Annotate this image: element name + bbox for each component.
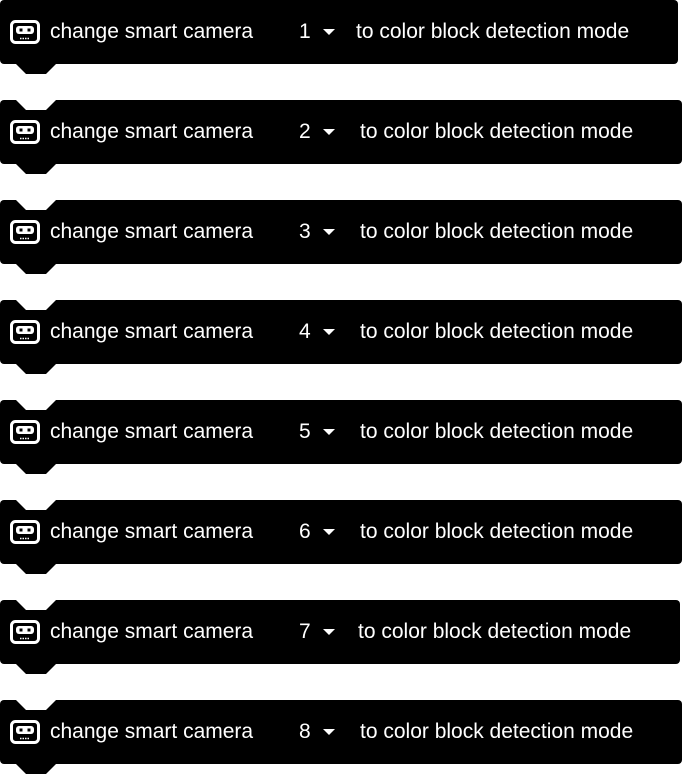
- camera-number-dropdown[interactable]: 3: [299, 220, 335, 244]
- chevron-down-icon: [322, 629, 335, 635]
- block-label: change smart camera: [50, 720, 254, 743]
- camera-number-dropdown[interactable]: 4: [299, 320, 335, 344]
- chevron-down-icon: [322, 129, 335, 135]
- camera-number-value: 7: [299, 620, 311, 643]
- smart-camera-icon: [10, 620, 40, 644]
- camera-mode-block[interactable]: change smart camera 7 to color block det…: [0, 600, 680, 664]
- block-suffix: to color block detection mode: [360, 520, 634, 543]
- smart-camera-icon: [10, 320, 40, 344]
- camera-number-dropdown[interactable]: 8: [299, 720, 335, 744]
- camera-mode-block[interactable]: change smart camera 1 to color block det…: [0, 0, 678, 64]
- smart-camera-icon: [10, 720, 40, 744]
- chevron-down-icon: [322, 29, 335, 35]
- block-suffix: to color block detection mode: [356, 20, 630, 43]
- block-suffix: to color block detection mode: [360, 220, 634, 243]
- camera-number-dropdown[interactable]: 2: [299, 120, 335, 144]
- smart-camera-icon: [10, 520, 40, 544]
- block-suffix: to color block detection mode: [360, 420, 634, 443]
- camera-mode-block[interactable]: change smart camera 2 to color block det…: [0, 100, 682, 164]
- camera-number-value: 8: [299, 720, 311, 743]
- block-suffix: to color block detection mode: [358, 620, 632, 643]
- camera-mode-block[interactable]: change smart camera 5 to color block det…: [0, 400, 682, 464]
- chevron-down-icon: [322, 329, 335, 335]
- camera-number-value: 1: [299, 20, 311, 43]
- smart-camera-icon: [10, 120, 40, 144]
- camera-number-value: 6: [299, 520, 311, 543]
- block-suffix: to color block detection mode: [360, 120, 634, 143]
- chevron-down-icon: [322, 229, 335, 235]
- block-label: change smart camera: [50, 120, 254, 143]
- chevron-down-icon: [322, 729, 335, 735]
- smart-camera-icon: [10, 20, 40, 44]
- camera-mode-block[interactable]: change smart camera 6 to color block det…: [0, 500, 682, 564]
- block-label: change smart camera: [50, 520, 254, 543]
- camera-number-dropdown[interactable]: 1: [299, 20, 335, 44]
- block-suffix: to color block detection mode: [360, 320, 634, 343]
- smart-camera-icon: [10, 220, 40, 244]
- camera-mode-block[interactable]: change smart camera 3 to color block det…: [0, 200, 682, 264]
- camera-number-dropdown[interactable]: 5: [299, 420, 335, 444]
- block-label: change smart camera: [50, 320, 254, 343]
- camera-number-value: 3: [299, 220, 311, 243]
- camera-number-value: 2: [299, 120, 311, 143]
- camera-number-dropdown[interactable]: 7: [299, 620, 335, 644]
- block-suffix: to color block detection mode: [360, 720, 634, 743]
- camera-mode-block[interactable]: change smart camera 4 to color block det…: [0, 300, 682, 364]
- chevron-down-icon: [322, 429, 335, 435]
- chevron-down-icon: [322, 529, 335, 535]
- camera-mode-block[interactable]: change smart camera 8 to color block det…: [0, 700, 682, 764]
- block-label: change smart camera: [50, 620, 254, 643]
- block-label: change smart camera: [50, 420, 254, 443]
- camera-number-value: 4: [299, 320, 311, 343]
- smart-camera-icon: [10, 420, 40, 444]
- block-label: change smart camera: [50, 220, 254, 243]
- camera-number-dropdown[interactable]: 6: [299, 520, 335, 544]
- camera-number-value: 5: [299, 420, 311, 443]
- block-label: change smart camera: [50, 20, 254, 43]
